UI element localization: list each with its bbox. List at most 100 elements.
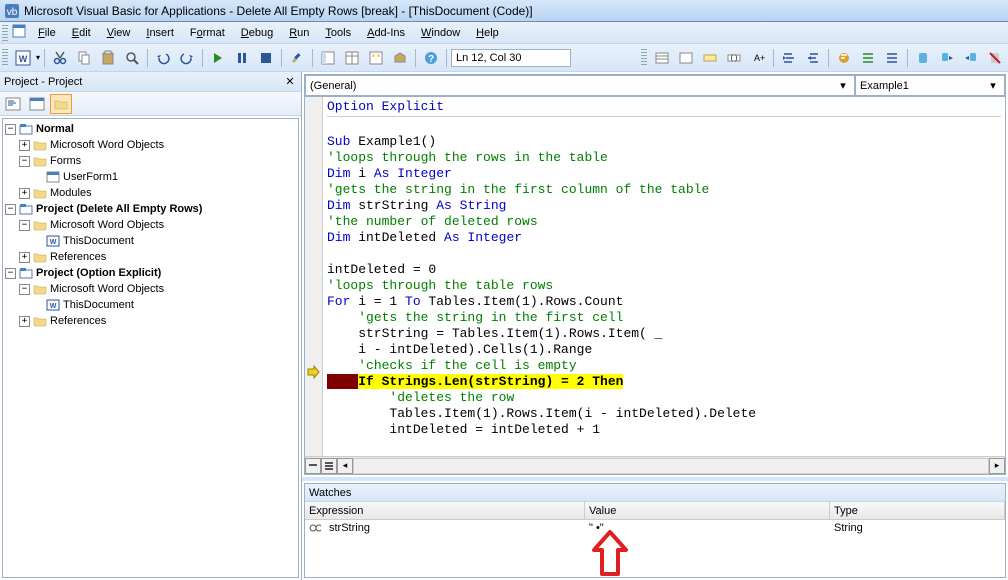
redo-button[interactable]: [176, 47, 198, 69]
tree-thisdocument1[interactable]: WThisDocument: [5, 233, 296, 249]
menu-edit[interactable]: Edit: [64, 25, 99, 41]
menu-window[interactable]: Window: [413, 25, 468, 41]
watches-panel: Watches Expression Value Type strString …: [304, 483, 1006, 578]
window-titlebar: vb Microsoft Visual Basic for Applicatio…: [0, 0, 1008, 22]
full-module-view-button[interactable]: [321, 458, 337, 474]
right-panel: (General)▾ Example1▾ Option Explicit Sub…: [302, 72, 1008, 580]
annotation-arrow-icon: [590, 530, 630, 578]
project-panel-header: Project - Project ✕: [0, 72, 301, 92]
view-object-button[interactable]: [26, 94, 48, 114]
outdent-button[interactable]: [802, 47, 824, 69]
tree-normal[interactable]: −Normal: [5, 121, 296, 137]
prev-bookmark-button[interactable]: [960, 47, 982, 69]
code-margin[interactable]: [305, 97, 323, 456]
tree-references1[interactable]: +References: [5, 249, 296, 265]
window-title: Microsoft Visual Basic for Applications …: [24, 4, 533, 18]
code-scrollbar[interactable]: ◂ ▸: [305, 456, 1005, 474]
menu-tools[interactable]: Tools: [317, 25, 359, 41]
copy-button[interactable]: [73, 47, 95, 69]
break-button[interactable]: [231, 47, 253, 69]
object-dropdown[interactable]: (General)▾: [305, 75, 855, 96]
object-browser-button[interactable]: [365, 47, 387, 69]
next-bookmark-button[interactable]: [936, 47, 958, 69]
menubar: File Edit View Insert Format Debug Run T…: [0, 22, 1008, 44]
reset-button[interactable]: [255, 47, 277, 69]
tree-project1[interactable]: −Project (Delete All Empty Rows): [5, 201, 296, 217]
run-button[interactable]: [207, 47, 229, 69]
svg-text:W: W: [50, 303, 57, 310]
watch-glasses-icon: [305, 520, 325, 536]
undo-button[interactable]: [152, 47, 174, 69]
properties-button[interactable]: [341, 47, 363, 69]
watches-col-value[interactable]: Value: [585, 502, 830, 519]
project-explorer-button[interactable]: [317, 47, 339, 69]
svg-text:( ): ( ): [731, 55, 738, 62]
tree-project1-objects[interactable]: −Microsoft Word Objects: [5, 217, 296, 233]
menu-file[interactable]: File: [30, 25, 64, 41]
tree-normal-objects[interactable]: +Microsoft Word Objects: [5, 137, 296, 153]
menu-debug[interactable]: Debug: [233, 25, 281, 41]
toolbar-grip: [2, 49, 8, 67]
toolbar2-grip: [641, 49, 647, 67]
tree-project2-objects[interactable]: −Microsoft Word Objects: [5, 281, 296, 297]
svg-text:vb: vb: [7, 7, 18, 18]
list-constants-button[interactable]: [675, 47, 697, 69]
menu-format[interactable]: Format: [182, 25, 233, 41]
project-panel-close-button[interactable]: ✕: [283, 75, 297, 89]
watches-header: Watches: [305, 484, 1005, 502]
bookmark-button[interactable]: [912, 47, 934, 69]
tree-references2[interactable]: +References: [5, 313, 296, 329]
code-editor[interactable]: Option Explicit Sub Example1() 'loops th…: [323, 97, 1005, 456]
scroll-right-button[interactable]: ▸: [989, 458, 1005, 474]
svg-text:W: W: [19, 54, 28, 64]
project-explorer-panel: Project - Project ✕ −Normal +Microsoft W…: [0, 72, 302, 580]
scroll-left-button[interactable]: ◂: [337, 458, 353, 474]
svg-text:?: ?: [428, 54, 434, 65]
comment-block-button[interactable]: [857, 47, 879, 69]
procedure-dropdown[interactable]: Example1▾: [855, 75, 1005, 96]
project-tree[interactable]: −Normal +Microsoft Word Objects −Forms U…: [2, 118, 299, 578]
svg-text:W: W: [50, 239, 57, 246]
project-toolbar: [0, 92, 301, 116]
tree-userform1[interactable]: UserForm1: [5, 169, 296, 185]
breakpoint-button[interactable]: [833, 47, 855, 69]
complete-word-button[interactable]: A+: [747, 47, 769, 69]
tree-normal-modules[interactable]: +Modules: [5, 185, 296, 201]
uncomment-block-button[interactable]: [881, 47, 903, 69]
tree-project2[interactable]: −Project (Option Explicit): [5, 265, 296, 281]
parameter-info-button[interactable]: ( ): [723, 47, 745, 69]
clear-bookmarks-button[interactable]: [984, 47, 1006, 69]
watches-col-type[interactable]: Type: [830, 502, 1005, 519]
toggle-folders-button[interactable]: [50, 94, 72, 114]
cut-button[interactable]: [49, 47, 71, 69]
menu-addins[interactable]: Add-Ins: [359, 25, 413, 41]
menu-run[interactable]: Run: [281, 25, 317, 41]
cursor-position: Ln 12, Col 30: [451, 49, 571, 67]
control-box-icon[interactable]: [12, 24, 30, 41]
quick-info-button[interactable]: [699, 47, 721, 69]
current-line-arrow-icon: [306, 365, 320, 379]
code-window: (General)▾ Example1▾ Option Explicit Sub…: [304, 74, 1006, 475]
toolbox-button[interactable]: [389, 47, 411, 69]
find-button[interactable]: [121, 47, 143, 69]
tree-thisdocument2[interactable]: WThisDocument: [5, 297, 296, 313]
list-properties-button[interactable]: [651, 47, 673, 69]
svg-text:A+: A+: [754, 53, 765, 63]
menubar-grip: [2, 25, 8, 41]
view-code-button[interactable]: [2, 94, 24, 114]
watches-col-expression[interactable]: Expression: [305, 502, 585, 519]
watch-row[interactable]: strString " •" String: [305, 520, 1005, 536]
design-mode-button[interactable]: [286, 47, 308, 69]
view-word-button[interactable]: W: [12, 47, 34, 69]
indent-button[interactable]: [778, 47, 800, 69]
tree-normal-forms[interactable]: −Forms: [5, 153, 296, 169]
menu-view[interactable]: View: [99, 25, 139, 41]
watch-expression: strString: [325, 520, 585, 536]
proc-view-button[interactable]: [305, 458, 321, 474]
help-button[interactable]: ?: [420, 47, 442, 69]
app-icon: vb: [4, 3, 20, 19]
menu-help[interactable]: Help: [468, 25, 507, 41]
menu-insert[interactable]: Insert: [138, 25, 182, 41]
paste-button[interactable]: [97, 47, 119, 69]
horizontal-splitter[interactable]: [302, 477, 1008, 481]
